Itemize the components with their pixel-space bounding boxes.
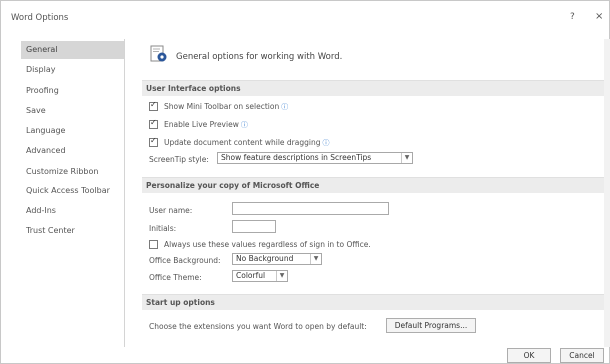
- sidebar-item-quick-access-toolbar[interactable]: Quick Access Toolbar: [21, 182, 124, 200]
- screentip-style-select[interactable]: Show feature descriptions in ScreenTips …: [217, 152, 413, 164]
- options-sidebar: General Display Proofing Save Language A…: [21, 39, 125, 347]
- general-options-icon: [150, 45, 167, 62]
- sidebar-item-language[interactable]: Language: [21, 122, 124, 140]
- section-personalize: Personalize your copy of Microsoft Offic…: [142, 177, 606, 193]
- screentip-style-value: Show feature descriptions in ScreenTips: [221, 153, 372, 162]
- info-icon: ⓘ: [240, 120, 248, 129]
- page-heading: General options for working with Word.: [176, 52, 343, 62]
- user-name-label: User name:: [149, 206, 193, 215]
- general-options-panel: General options for working with Word. U…: [130, 39, 610, 347]
- close-button[interactable]: ×: [595, 11, 603, 22]
- chevron-down-icon: ▼: [310, 254, 321, 264]
- initials-label: Initials:: [149, 224, 177, 233]
- office-theme-value: Colorful: [236, 271, 266, 280]
- enable-live-preview-label: Enable Live Preview: [164, 120, 239, 129]
- always-use-values-checkbox[interactable]: [149, 240, 158, 249]
- default-extensions-label: Choose the extensions you want Word to o…: [149, 322, 367, 331]
- word-options-dialog: Word Options ? × General Display Proofin…: [0, 0, 610, 364]
- initials-input[interactable]: [232, 220, 276, 233]
- sidebar-item-save[interactable]: Save: [21, 102, 124, 120]
- show-mini-toolbar-option[interactable]: Show Mini Toolbar on selection ⓘ: [149, 100, 288, 113]
- update-while-dragging-checkbox[interactable]: [149, 136, 158, 147]
- chevron-down-icon: ▼: [276, 271, 287, 281]
- office-theme-select[interactable]: Colorful ▼: [232, 270, 288, 282]
- cancel-button[interactable]: Cancel: [560, 348, 604, 363]
- sidebar-item-general[interactable]: General: [21, 41, 124, 59]
- screentip-style-label: ScreenTip style:: [149, 155, 209, 164]
- sidebar-item-trust-center[interactable]: Trust Center: [21, 222, 124, 240]
- office-theme-label: Office Theme:: [149, 273, 202, 282]
- sidebar-item-display[interactable]: Display: [21, 61, 124, 79]
- info-icon: ⓘ: [281, 102, 289, 111]
- show-mini-toolbar-label: Show Mini Toolbar on selection: [164, 102, 280, 111]
- section-start-up-options: Start up options: [142, 294, 606, 310]
- sidebar-item-add-ins[interactable]: Add-Ins: [21, 202, 124, 220]
- sidebar-item-advanced[interactable]: Advanced: [21, 142, 124, 160]
- enable-live-preview-checkbox[interactable]: [149, 118, 158, 129]
- update-while-dragging-label: Update document content while dragging: [164, 138, 321, 147]
- info-icon: ⓘ: [322, 138, 330, 147]
- user-name-input[interactable]: [232, 202, 389, 215]
- help-button[interactable]: ?: [570, 12, 575, 22]
- show-mini-toolbar-checkbox[interactable]: [149, 100, 158, 111]
- office-background-label: Office Background:: [149, 256, 221, 265]
- update-while-dragging-option[interactable]: Update document content while dragging ⓘ: [149, 136, 329, 149]
- dialog-title: Word Options: [11, 13, 69, 23]
- vertical-scrollbar[interactable]: [604, 39, 610, 347]
- always-use-values-option[interactable]: Always use these values regardless of si…: [149, 238, 371, 251]
- title-bar: Word Options ? ×: [1, 1, 609, 31]
- enable-live-preview-option[interactable]: Enable Live Preview ⓘ: [149, 118, 248, 131]
- always-use-values-label: Always use these values regardless of si…: [164, 240, 371, 249]
- office-background-select[interactable]: No Background ▼: [232, 253, 322, 265]
- sidebar-item-customize-ribbon[interactable]: Customize Ribbon: [21, 163, 124, 181]
- default-programs-button[interactable]: Default Programs...: [386, 318, 476, 333]
- office-background-value: No Background: [236, 254, 294, 263]
- section-user-interface-options: User Interface options: [142, 80, 606, 96]
- ok-button[interactable]: OK: [507, 348, 551, 363]
- sidebar-item-proofing[interactable]: Proofing: [21, 82, 124, 100]
- chevron-down-icon: ▼: [401, 153, 412, 163]
